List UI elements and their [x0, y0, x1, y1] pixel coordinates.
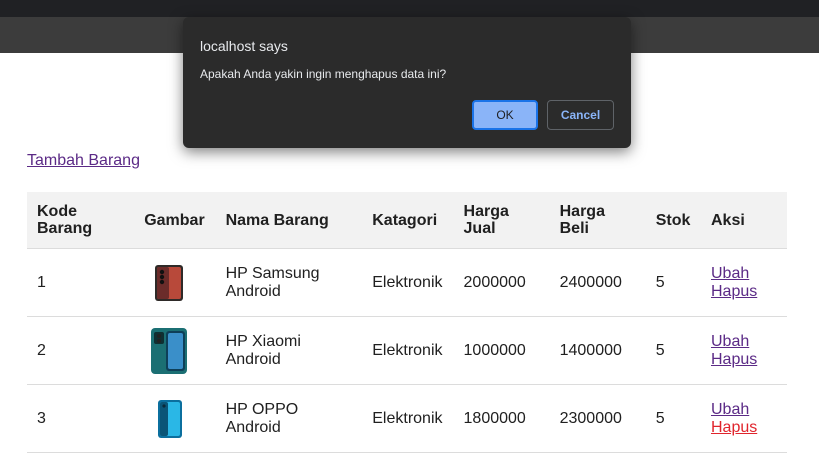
- delete-link[interactable]: Hapus: [711, 283, 777, 301]
- cell-kode: 2: [27, 316, 135, 385]
- header-stok: Stok: [645, 192, 701, 249]
- cell-katagori: Elektronik: [362, 248, 454, 317]
- cell-kode: 1: [27, 248, 135, 317]
- dialog-title: localhost says: [200, 38, 288, 54]
- ok-button[interactable]: OK: [472, 100, 538, 130]
- cell-gambar: [134, 316, 216, 385]
- cell-aksi: Ubah Hapus: [700, 316, 787, 385]
- table-header-row: Kode Barang Gambar Nama Barang Katagori …: [27, 192, 787, 249]
- table-row: 3 HP OPPO Android Elektronik 1800000 230…: [27, 384, 787, 453]
- phone-samsung-icon: [155, 264, 184, 301]
- cell-harga-jual: 1000000: [453, 316, 550, 385]
- table-row: 1 HP Samsung Android Elektronik 2000000 …: [27, 248, 787, 317]
- edit-link[interactable]: Ubah: [711, 401, 777, 419]
- browser-top-strip: [0, 0, 819, 17]
- phone-oppo-icon: [158, 399, 183, 438]
- cell-stok: 5: [645, 316, 701, 385]
- delete-link[interactable]: Hapus: [711, 351, 777, 369]
- cancel-button[interactable]: Cancel: [547, 100, 614, 130]
- dialog-message: Apakah Anda yakin ingin menghapus data i…: [200, 67, 447, 81]
- delete-link[interactable]: Hapus: [711, 419, 777, 437]
- cell-harga-beli: 1400000: [549, 316, 646, 385]
- cell-harga-jual: 2000000: [453, 248, 550, 317]
- cell-nama: HP Xiaomi Android: [215, 316, 363, 385]
- cell-katagori: Elektronik: [362, 384, 454, 453]
- header-nama: Nama Barang: [215, 192, 363, 249]
- cell-gambar: [134, 384, 216, 453]
- cell-gambar: [134, 248, 216, 317]
- header-gambar: Gambar: [134, 192, 216, 249]
- cell-stok: 5: [645, 248, 701, 317]
- header-kode: Kode Barang: [27, 192, 135, 249]
- cell-harga-beli: 2300000: [549, 384, 646, 453]
- cell-harga-jual: 1800000: [453, 384, 550, 453]
- cell-nama: HP Samsung Android: [215, 248, 363, 317]
- edit-link[interactable]: Ubah: [711, 265, 777, 283]
- header-harga-beli: Harga Beli: [549, 192, 646, 249]
- header-katagori: Katagori: [362, 192, 454, 249]
- header-aksi: Aksi: [700, 192, 787, 249]
- add-item-link[interactable]: Tambah Barang: [27, 152, 140, 170]
- cell-aksi: Ubah Hapus: [700, 384, 787, 453]
- confirm-dialog: localhost says Apakah Anda yakin ingin m…: [183, 17, 631, 148]
- cell-aksi: Ubah Hapus: [700, 248, 787, 317]
- items-table: Kode Barang Gambar Nama Barang Katagori …: [27, 192, 787, 453]
- cell-nama: HP OPPO Android: [215, 384, 363, 453]
- cell-stok: 5: [645, 384, 701, 453]
- table-row: 2 HP Xiaomi Android Elektronik 1000000 1…: [27, 316, 787, 385]
- edit-link[interactable]: Ubah: [711, 333, 777, 351]
- cell-kode: 3: [27, 384, 135, 453]
- phone-xiaomi-icon: [151, 327, 188, 374]
- cell-katagori: Elektronik: [362, 316, 454, 385]
- header-harga-jual: Harga Jual: [453, 192, 550, 249]
- cell-harga-beli: 2400000: [549, 248, 646, 317]
